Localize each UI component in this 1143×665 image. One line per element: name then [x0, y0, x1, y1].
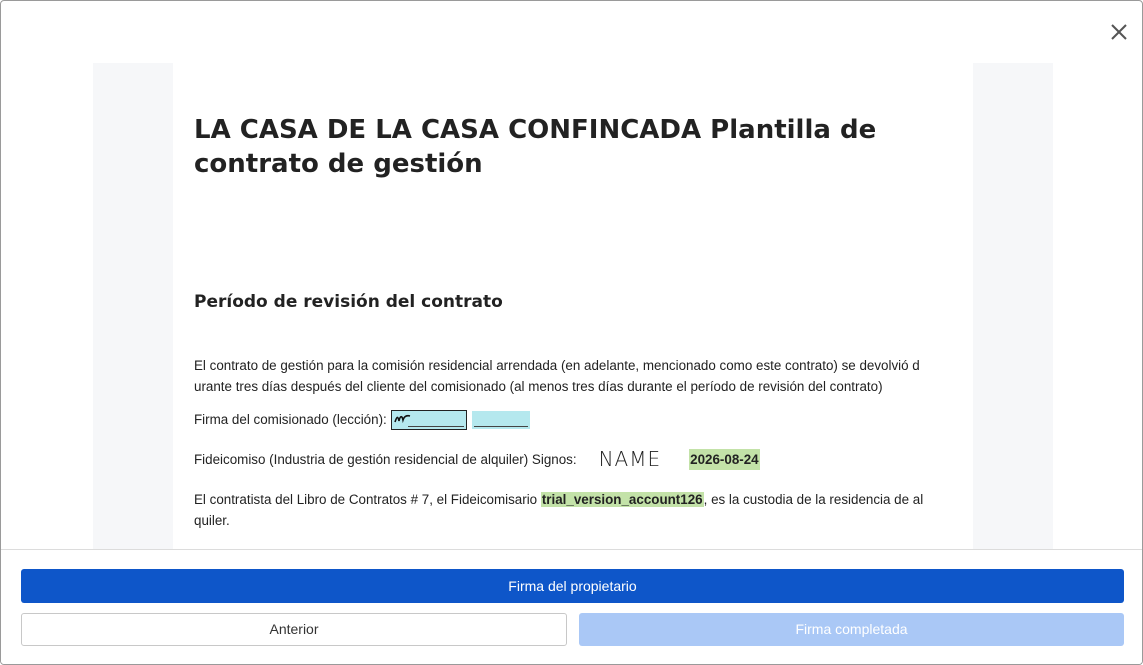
- trust-date-field[interactable]: 2026-08-24: [689, 449, 760, 470]
- contract-text-before: El contratista del Libro de Contratos # …: [194, 492, 541, 507]
- signature-completed-button[interactable]: Firma completada: [579, 613, 1124, 646]
- trust-signature: NAME: [598, 447, 662, 471]
- commissioner-signature-field[interactable]: [390, 409, 467, 430]
- previous-button[interactable]: Anterior: [21, 613, 567, 646]
- action-footer: Firma del propietario Anterior Firma com…: [1, 549, 1142, 664]
- document-title: LA CASA DE LA CASA CONFINCADA Plantilla …: [194, 115, 877, 179]
- close-icon: [1111, 24, 1127, 40]
- contract-paragraph: El contratista del Libro de Contratos # …: [194, 489, 956, 531]
- commissioner-second-field[interactable]: [471, 410, 530, 429]
- section-heading: Período de revisión del contrato: [194, 292, 503, 312]
- trust-signature-line: Fideicomiso (Industria de gestión reside…: [194, 449, 956, 470]
- owner-signature-button[interactable]: Firma del propietario: [21, 569, 1124, 603]
- review-paragraph: El contrato de gestión para la comisión …: [194, 358, 920, 394]
- signing-modal: LA CASA DE LA CASA CONFINCADA Plantilla …: [0, 0, 1143, 665]
- signature-scribble-icon: [393, 414, 410, 423]
- commissioner-signature-label: Firma del comisionado (lección):: [194, 412, 387, 427]
- commissioner-signature-line: Firma del comisionado (lección):: [194, 409, 956, 430]
- trust-signature-label: Fideicomiso (Industria de gestión reside…: [194, 452, 577, 467]
- trustee-account-field[interactable]: trial_version_account126: [540, 492, 704, 507]
- close-button[interactable]: [1108, 21, 1130, 43]
